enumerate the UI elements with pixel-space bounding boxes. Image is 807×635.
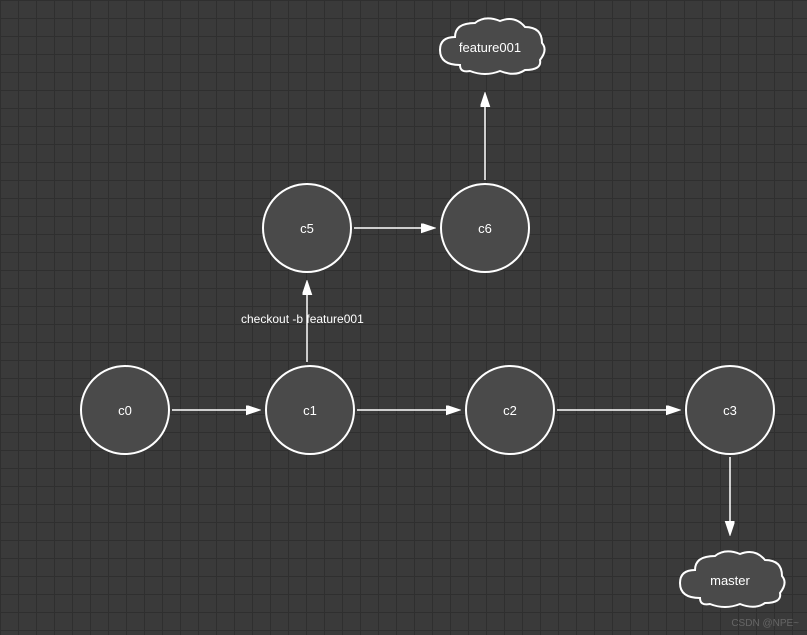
branch-feature001-label: feature001 <box>459 40 521 55</box>
watermark-bottom-right: CSDN @NPE~ <box>731 618 799 629</box>
branch-master-label: master <box>710 573 750 588</box>
checkout-label: checkout -b feature001 <box>241 312 364 326</box>
arrows-layer <box>0 0 807 635</box>
